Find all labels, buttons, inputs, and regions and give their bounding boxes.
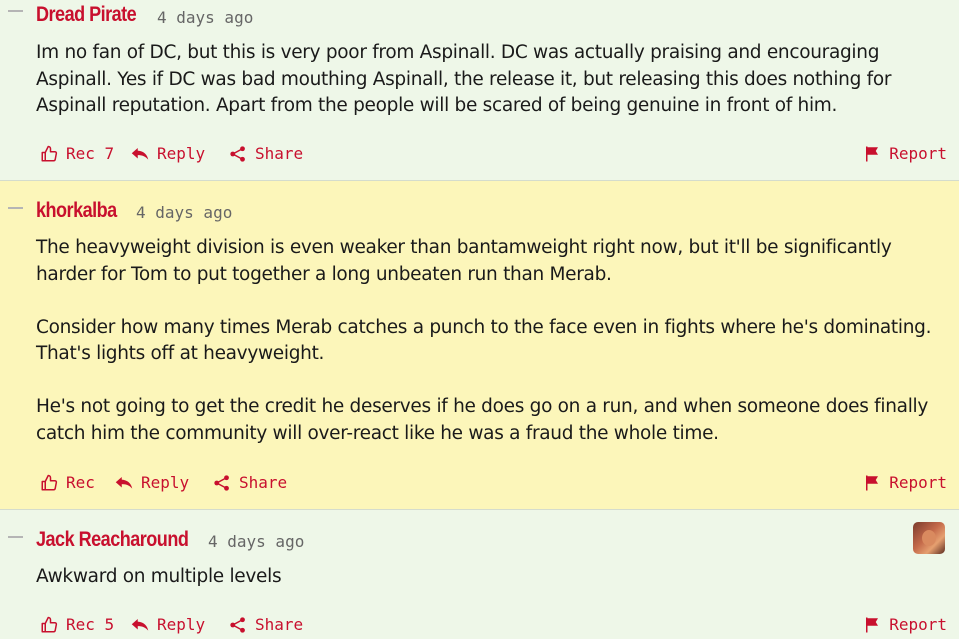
comment-author[interactable]: khorkalba — [36, 199, 117, 223]
comment: Dread Pirate 4 days ago Im no fan of DC,… — [0, 0, 959, 181]
rec-button[interactable]: Rec 5 — [40, 615, 114, 634]
share-label: Share — [239, 473, 288, 492]
share-label: Share — [255, 144, 304, 163]
reply-button[interactable]: Reply — [131, 144, 205, 163]
share-button[interactable]: Share — [229, 615, 303, 634]
report-button[interactable]: Report — [863, 615, 947, 634]
comment-paragraph: Awkward on multiple levels — [36, 566, 282, 587]
comment-actions: Rec Reply Share Report — [36, 473, 947, 497]
avatar[interactable] — [913, 522, 945, 554]
comment-paragraph: Im no fan of DC, but this is very poor f… — [36, 42, 892, 116]
reply-label: Reply — [141, 473, 190, 492]
comment-actions: Rec 7 Reply Share Report — [36, 144, 947, 168]
reply-arrow-icon — [131, 146, 149, 162]
comment-timestamp[interactable]: 4 days ago — [136, 203, 232, 222]
rec-label: Rec 5 — [66, 615, 115, 634]
thumbs-up-icon — [40, 616, 58, 634]
reply-button[interactable]: Reply — [131, 615, 205, 634]
share-icon — [229, 145, 247, 163]
share-button[interactable]: Share — [213, 473, 287, 492]
comment-author[interactable]: Dread Pirate — [36, 3, 137, 27]
report-label: Report — [889, 473, 947, 492]
comment-author[interactable]: Jack Reacharound — [36, 528, 189, 552]
flag-icon — [863, 616, 881, 634]
flag-icon — [863, 145, 881, 163]
reply-arrow-icon — [131, 617, 149, 633]
rec-label: Rec 7 — [66, 144, 115, 163]
rec-button[interactable]: Rec 7 — [40, 144, 114, 163]
comment-paragraph: He's not going to get the credit he dese… — [36, 396, 929, 444]
reply-label: Reply — [157, 615, 206, 634]
collapse-toggle[interactable] — [8, 536, 23, 538]
comment: khorkalba 4 days ago The heavyweight div… — [0, 181, 959, 510]
collapse-toggle[interactable] — [8, 207, 23, 209]
comment-paragraph: Consider how many times Merab catches a … — [36, 316, 932, 365]
reply-label: Reply — [157, 144, 206, 163]
reply-arrow-icon — [115, 475, 133, 491]
comment-paragraph: The heavyweight division is even weaker … — [36, 237, 892, 285]
flag-icon — [863, 474, 881, 492]
comment-timestamp[interactable]: 4 days ago — [208, 532, 304, 551]
comment: Jack Reacharound 4 days ago Awkward on m… — [0, 510, 959, 634]
share-button[interactable]: Share — [229, 144, 303, 163]
collapse-toggle[interactable] — [8, 10, 23, 12]
comment-actions: Rec 5 Reply Share Report — [36, 615, 947, 639]
share-icon — [213, 474, 231, 492]
comment-body: Awkward on multiple levels — [36, 564, 941, 591]
comment-body: Im no fan of DC, but this is very poor f… — [36, 40, 941, 120]
rec-button[interactable]: Rec — [40, 473, 95, 492]
share-label: Share — [255, 615, 304, 634]
report-label: Report — [889, 144, 947, 163]
report-button[interactable]: Report — [863, 473, 947, 492]
report-label: Report — [889, 615, 947, 634]
comment-timestamp[interactable]: 4 days ago — [157, 8, 253, 27]
thumbs-up-icon — [40, 474, 58, 492]
share-icon — [229, 616, 247, 634]
avatar-face — [922, 530, 936, 546]
reply-button[interactable]: Reply — [115, 473, 189, 492]
thumbs-up-icon — [40, 145, 58, 163]
rec-label: Rec — [66, 473, 95, 492]
report-button[interactable]: Report — [863, 144, 947, 163]
comment-body: The heavyweight division is even weaker … — [36, 235, 941, 447]
